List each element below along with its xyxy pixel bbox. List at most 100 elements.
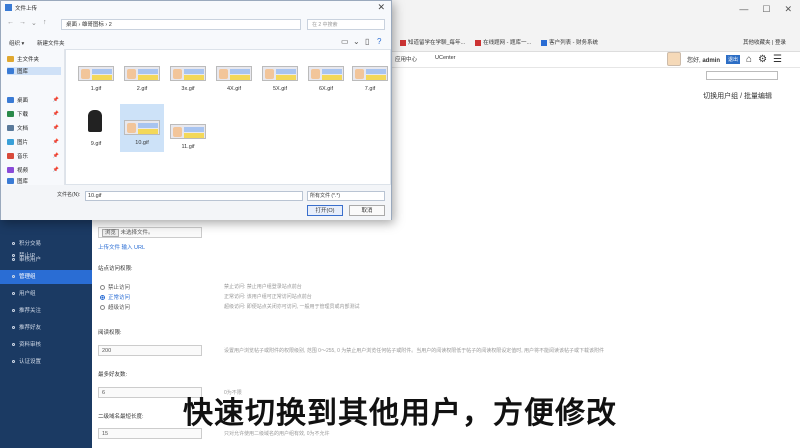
sidebar-item-user-group[interactable]: 用户组 <box>0 287 92 301</box>
gear-icon[interactable]: ⚙ <box>758 54 767 65</box>
gif-thumbnail <box>308 66 344 81</box>
access-label: 站点访问权限: <box>98 266 133 272</box>
bookmark-item[interactable]: 知道留学在学聊_每年... <box>400 38 465 46</box>
sidebar-item-recommend-friend[interactable]: 推荐好友 <box>0 321 92 335</box>
chevron-down-icon[interactable]: ⌄ <box>31 19 37 27</box>
radio-super[interactable]: 超级访问 <box>100 303 130 311</box>
sidebar-item-review-users[interactable]: 审核用户 <box>0 253 92 267</box>
user-area: 您好, admin 退出 ⌂ ⚙ ☰ <box>666 52 782 66</box>
maximize-icon[interactable]: ☐ <box>762 4 770 15</box>
file-list: 1.gif 2.gif 3x.gif 4X.gif 5X.gif 6X.gif … <box>65 49 391 185</box>
filename-input[interactable]: 10.gif <box>85 191 303 201</box>
close-icon[interactable]: ✕ <box>377 2 385 13</box>
pin-icon: 📌 <box>52 139 59 145</box>
bookmark-item[interactable]: 客户列表 - 财务系统 <box>541 38 598 46</box>
search-input[interactable] <box>706 71 778 80</box>
circle-icon <box>12 258 15 262</box>
read-perm-label: 阅读权限: <box>98 330 122 336</box>
forward-icon[interactable]: → <box>19 19 26 26</box>
circle-icon <box>12 326 15 330</box>
home-icon <box>7 56 14 62</box>
preview-pane-icon[interactable]: ▯ <box>365 37 369 46</box>
file-item[interactable]: 2.gif <box>120 60 164 92</box>
avatar[interactable] <box>666 52 681 66</box>
dialog-footer: 文件名(N): 10.gif 所有文件 (*.*) 打开(O) 取消 <box>1 185 391 220</box>
filetype-select[interactable]: 所有文件 (*.*) <box>307 191 385 201</box>
circle-icon <box>12 275 15 279</box>
address-bar[interactable]: 桌面 › 雄哥图标 › 2 <box>61 19 301 30</box>
picture-icon <box>7 139 14 145</box>
desktop-icon <box>7 97 14 103</box>
max-friends-label: 最多好友数: <box>98 372 128 378</box>
window-controls: — ☐ ✕ <box>739 4 792 15</box>
file-item[interactable]: 4X.gif <box>212 60 256 92</box>
gallery-icon <box>7 68 14 74</box>
dialog-titlebar: 文件上传 ✕ <box>1 1 391 15</box>
chevron-down-icon[interactable]: ⌄ <box>353 37 360 46</box>
help-icon[interactable]: ? <box>377 37 381 46</box>
gif-thumbnail <box>78 110 114 136</box>
up-icon[interactable]: ↑ <box>43 19 47 26</box>
circle-icon <box>12 360 15 364</box>
bookmark-item[interactable]: 在线题网 - 题库一... <box>475 38 531 46</box>
navigation-pane: 主文件夹 图库 桌面 📌 下载 📌 文档 📌 图片 📌 音乐 📌 视频 📌 图库 <box>1 49 65 185</box>
tree-item-gallery[interactable]: 图库 <box>7 67 61 75</box>
file-item[interactable]: 3x.gif <box>166 60 210 92</box>
file-upload-field[interactable]: 浏览 未选择文件。 <box>98 227 202 238</box>
tree-item-documents[interactable]: 文档 📌 <box>7 124 61 132</box>
tree-item-home[interactable]: 主文件夹 <box>7 55 61 63</box>
new-folder-button[interactable]: 新建文件夹 <box>37 39 65 47</box>
file-item[interactable]: 1.gif <box>74 60 118 92</box>
sidebar-item-recommend-follow[interactable]: 推荐关注 <box>0 304 92 318</box>
page-title: 切换用户组 / 批量编辑 <box>703 93 772 100</box>
access-hint-3: 超级访问: 即便站点关闭亦可访问, 一般用于管理员或内部测试 <box>224 304 360 310</box>
file-item[interactable]: 5X.gif <box>258 60 302 92</box>
video-icon <box>7 167 14 173</box>
music-icon <box>7 153 14 159</box>
file-upload-dialog: 文件上传 ✕ ← → ⌄ ↑ 桌面 › 雄哥图标 › 2 在 2 中搜索 组织 … <box>0 0 392 220</box>
file-item[interactable]: 7.gif <box>348 60 392 92</box>
username: admin <box>702 57 720 64</box>
radio-icon <box>100 304 105 310</box>
minimize-icon[interactable]: — <box>739 4 748 15</box>
gif-thumbnail <box>78 66 114 81</box>
browse-button[interactable]: 浏览 <box>102 229 120 237</box>
tree-item-pictures[interactable]: 图片 📌 <box>7 138 61 146</box>
back-icon[interactable]: ← <box>7 19 14 26</box>
logout-button[interactable]: 退出 <box>726 54 741 64</box>
file-item[interactable]: 6X.gif <box>304 60 348 92</box>
file-item[interactable]: 9.gif <box>74 108 118 147</box>
upload-links[interactable]: 上传文件 输入 URL <box>98 243 145 251</box>
gif-thumbnail <box>216 66 252 81</box>
tree-item-downloads[interactable]: 下载 📌 <box>7 110 61 118</box>
dialog-search-input[interactable]: 在 2 中搜索 <box>307 19 385 30</box>
radio-normal[interactable]: 正常访问 <box>100 293 130 301</box>
sidebar-item-verify-settings[interactable]: 认证设置 <box>0 355 92 369</box>
read-perm-input[interactable]: 200 <box>98 345 202 356</box>
other-bookmarks[interactable]: 其他收藏夹 | 登录 <box>743 38 786 46</box>
menu-icon[interactable]: ☰ <box>773 54 782 65</box>
close-icon[interactable]: ✕ <box>784 4 792 15</box>
view-icon[interactable]: ▭ <box>341 37 349 46</box>
file-item-selected[interactable]: 10.gif <box>120 104 164 152</box>
bookmark-icon <box>541 39 548 46</box>
tree-item-gallery-2[interactable]: 图库 <box>7 177 61 185</box>
circle-icon <box>12 309 15 313</box>
tree-item-desktop[interactable]: 桌面 📌 <box>7 96 61 104</box>
file-item[interactable]: 11.gif <box>166 118 210 150</box>
home-icon[interactable]: ⌂ <box>746 54 752 65</box>
sidebar-item-credit-trade[interactable]: 积分交易 <box>0 237 92 251</box>
gallery-icon <box>7 178 14 184</box>
radio-deny[interactable]: 禁止访问 <box>100 283 130 291</box>
sidebar-item-profile-review[interactable]: 资料审核 <box>0 338 92 352</box>
gif-thumbnail <box>170 124 206 139</box>
open-button[interactable]: 打开(O) <box>307 205 343 216</box>
tree-item-videos[interactable]: 视频 📌 <box>7 166 61 174</box>
sidebar-item-admin-group[interactable]: 管理组 <box>0 270 92 284</box>
tree-item-music[interactable]: 音乐 📌 <box>7 152 61 160</box>
bookmark-icon <box>475 39 482 46</box>
cancel-button[interactable]: 取消 <box>349 205 385 216</box>
nav-ucenter[interactable]: UCenter <box>435 55 455 63</box>
nav-app-center[interactable]: 应用中心 <box>395 55 417 63</box>
organize-menu[interactable]: 组织 ▾ <box>9 39 24 47</box>
